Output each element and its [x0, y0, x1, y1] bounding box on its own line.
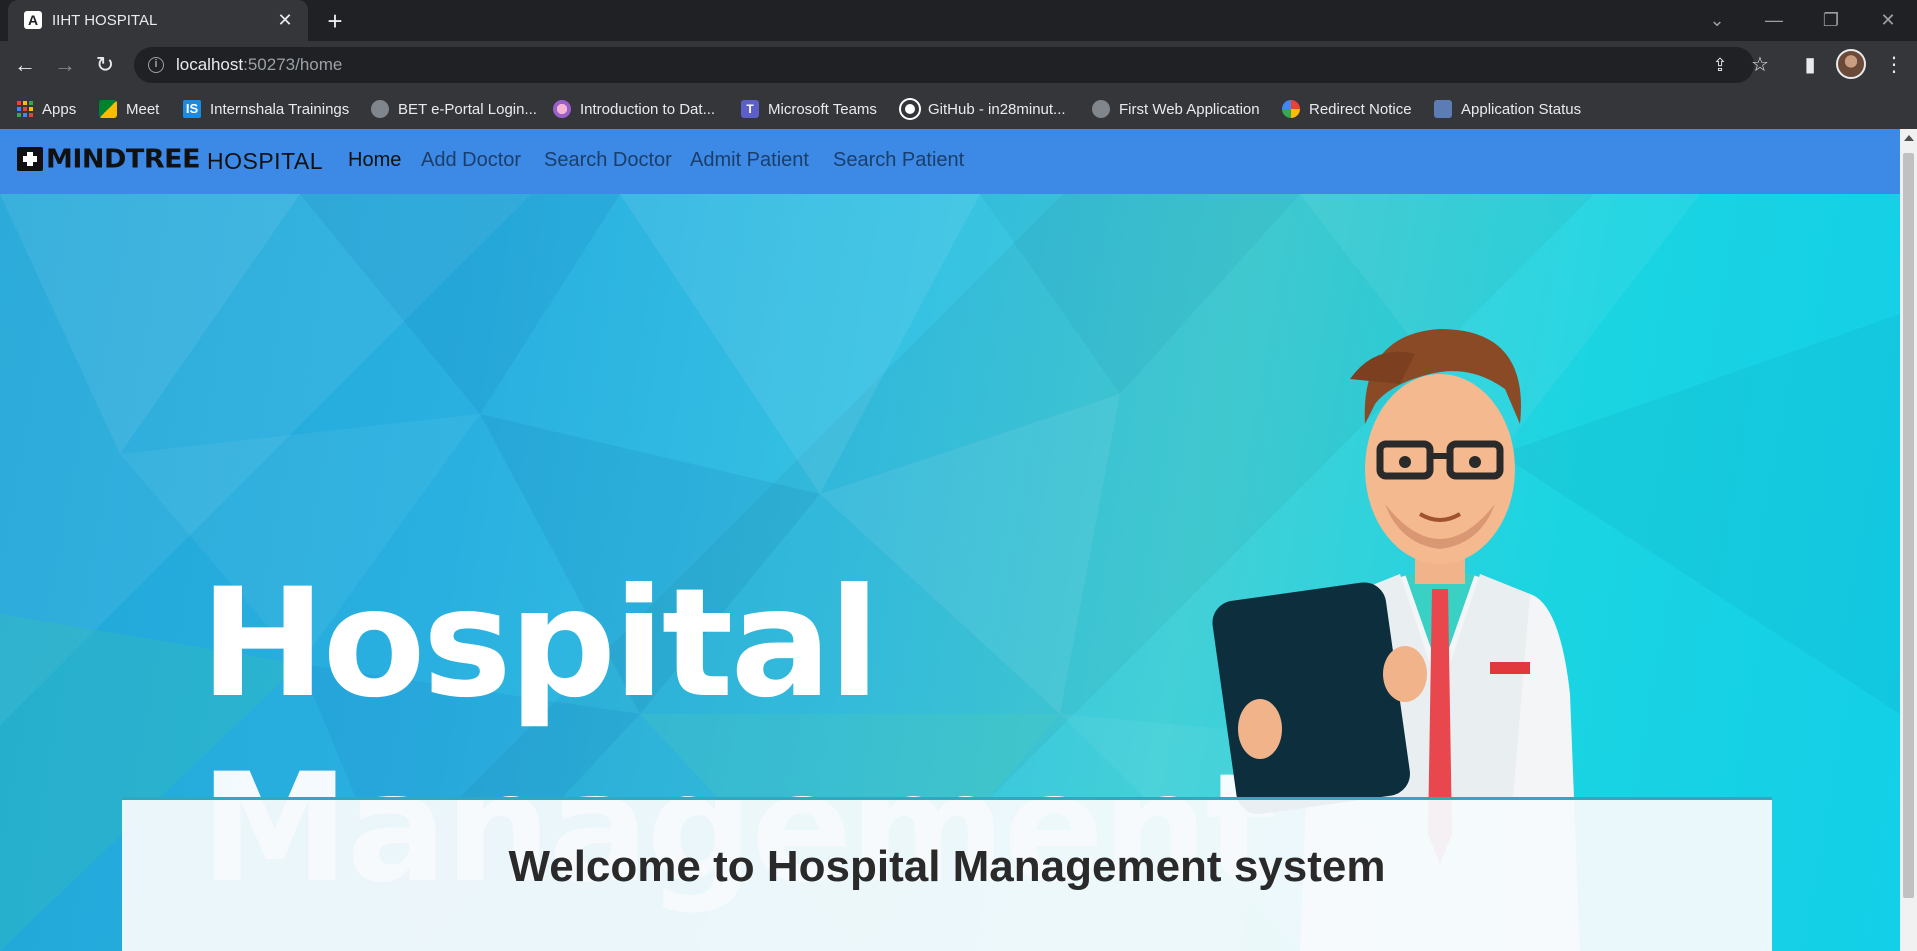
nav-home[interactable]: Home	[348, 149, 401, 172]
site-info-icon[interactable]: i	[148, 57, 164, 73]
new-tab-button[interactable]: +	[321, 8, 349, 36]
tab-title: IIHT HOSPITAL	[52, 12, 158, 29]
reload-icon[interactable]: ↻	[91, 51, 119, 79]
url-host: localhost	[176, 55, 244, 74]
welcome-title: Welcome to Hospital Management system	[508, 842, 1386, 891]
browser-toolbar: ← → ↻ i localhost:50273/home ⇪ ☆ ▮ ⋮	[0, 41, 1917, 89]
angular-favicon-icon: A	[24, 11, 42, 29]
nav-admit-patient[interactable]: Admit Patient	[690, 149, 809, 172]
bookmark-application-status[interactable]: Application Status	[1434, 99, 1581, 119]
bookmark-github[interactable]: GitHub - in28minut...	[901, 99, 1066, 119]
medical-cross-icon	[17, 147, 43, 171]
bookmark-label: BET e-Portal Login...	[398, 100, 537, 118]
teams-icon: T	[741, 100, 759, 118]
bookmark-label: Introduction to Dat...	[580, 100, 716, 118]
forward-icon[interactable]: →	[51, 51, 79, 79]
bookmark-label: First Web Application	[1119, 100, 1260, 118]
bookmark-label: GitHub - in28minut...	[928, 100, 1066, 118]
course-icon	[553, 100, 571, 118]
bookmark-label: Redirect Notice	[1309, 100, 1412, 118]
side-panel-icon[interactable]: ▮	[1796, 51, 1824, 79]
internshala-icon: IS	[183, 100, 201, 118]
nav-search-doctor[interactable]: Search Doctor	[544, 149, 672, 172]
browser-tabstrip: A IIHT HOSPITAL ✕ + ⌄ — ❐ ✕	[0, 0, 1917, 41]
bookmarks-bar: Apps Meet IS Internshala Trainings BET e…	[0, 89, 1917, 129]
share-icon[interactable]: ⇪	[1708, 53, 1732, 77]
bookmark-meet[interactable]: Meet	[99, 99, 159, 119]
restore-icon[interactable]: ❐	[1811, 6, 1851, 34]
github-icon	[901, 100, 919, 118]
welcome-card: Welcome to Hospital Management system	[122, 797, 1772, 951]
bookmark-intro-data[interactable]: Introduction to Dat...	[553, 99, 715, 119]
bookmark-label: Apps	[42, 100, 77, 118]
tab-close-icon[interactable]: ✕	[274, 9, 296, 31]
page-scrollbar[interactable]	[1900, 129, 1917, 951]
page-viewport: MINDTREE HOSPITAL Home Add Doctor Search…	[0, 129, 1917, 951]
bookmark-label: Internshala Trainings	[210, 100, 350, 118]
app-navbar: MINDTREE HOSPITAL Home Add Doctor Search…	[0, 129, 1900, 194]
bookmark-label: Application Status	[1461, 100, 1582, 118]
bookmark-redirect-notice[interactable]: Redirect Notice	[1282, 99, 1412, 119]
minimize-icon[interactable]: —	[1754, 6, 1794, 34]
google-icon	[1282, 100, 1300, 118]
profile-avatar[interactable]	[1836, 49, 1866, 79]
tab-search-icon[interactable]: ⌄	[1697, 6, 1737, 34]
address-bar[interactable]: i localhost:50273/home ⇪	[134, 47, 1754, 83]
url-text[interactable]: localhost:50273/home	[176, 55, 342, 75]
apps-grid-icon	[17, 101, 33, 117]
bookmark-bet-portal[interactable]: BET e-Portal Login...	[371, 99, 537, 119]
bookmark-star-icon[interactable]: ☆	[1746, 51, 1774, 79]
bookmark-first-web-app[interactable]: First Web Application	[1092, 99, 1260, 119]
bookmark-label: Microsoft Teams	[768, 100, 877, 118]
bookmark-label: Meet	[126, 100, 160, 118]
mindtree-logo[interactable]: MINDTREE	[17, 144, 201, 174]
app-status-icon	[1434, 100, 1452, 118]
scroll-up-icon[interactable]	[1904, 135, 1914, 141]
meet-icon	[99, 100, 117, 118]
close-window-icon[interactable]: ✕	[1868, 6, 1908, 34]
hero-title-line1: Hospital	[200, 557, 880, 731]
globe-icon	[371, 100, 389, 118]
globe-icon	[1092, 100, 1110, 118]
brand-name[interactable]: HOSPITAL	[207, 148, 323, 175]
logo-text: MINDTREE	[46, 144, 201, 174]
browser-menu-icon[interactable]: ⋮	[1880, 51, 1908, 79]
bookmark-apps[interactable]: Apps	[17, 99, 76, 119]
url-path: :50273/home	[243, 55, 343, 74]
scroll-thumb[interactable]	[1903, 153, 1914, 898]
nav-search-patient[interactable]: Search Patient	[833, 149, 964, 172]
back-icon[interactable]: ←	[11, 51, 39, 79]
browser-tab[interactable]: A IIHT HOSPITAL ✕	[8, 0, 308, 41]
bookmark-teams[interactable]: T Microsoft Teams	[741, 99, 877, 119]
bookmark-internshala[interactable]: IS Internshala Trainings	[183, 99, 349, 119]
nav-add-doctor[interactable]: Add Doctor	[421, 149, 521, 172]
